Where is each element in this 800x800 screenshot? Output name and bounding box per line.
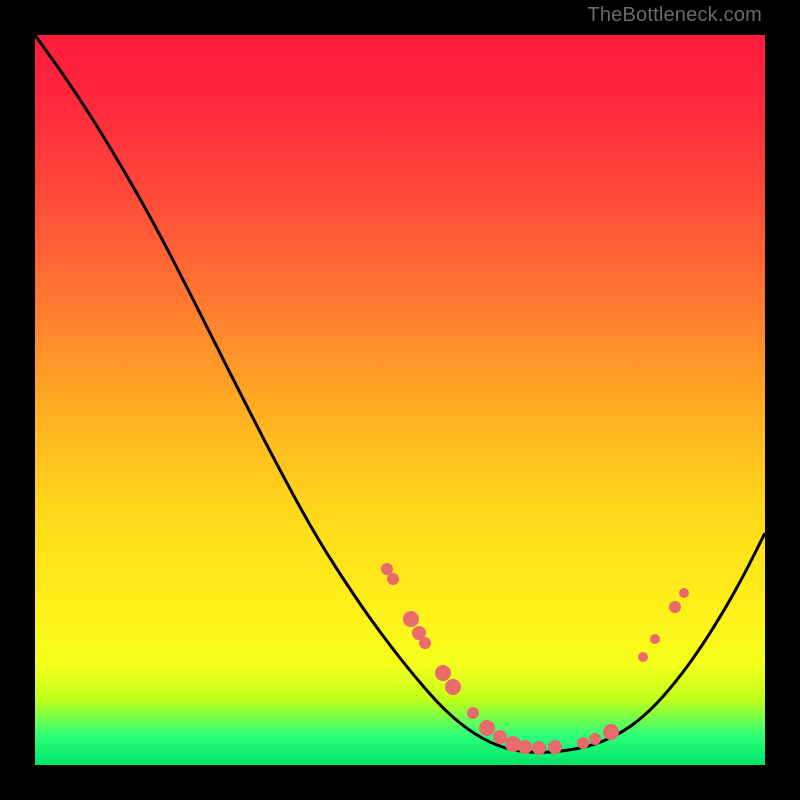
- watermark-text: TheBottleneck.com: [587, 4, 762, 27]
- chart-svg: [35, 35, 765, 765]
- data-dot: [419, 637, 431, 649]
- data-dot: [387, 573, 399, 585]
- data-dot: [435, 665, 451, 681]
- data-dot: [577, 737, 589, 749]
- data-dot: [479, 720, 495, 736]
- data-dot: [638, 652, 648, 662]
- data-dot: [403, 611, 419, 627]
- data-dot: [650, 634, 660, 644]
- data-dots-group: [381, 563, 689, 755]
- data-dot: [589, 733, 601, 745]
- data-dot: [603, 724, 619, 740]
- plot-area: [35, 35, 765, 765]
- data-dot: [669, 601, 681, 613]
- data-dot: [381, 563, 393, 575]
- bottleneck-curve: [35, 35, 765, 752]
- data-dot: [467, 707, 479, 719]
- data-dot: [493, 730, 507, 744]
- data-dot: [679, 588, 689, 598]
- data-dot: [532, 741, 546, 755]
- data-dot: [445, 679, 461, 695]
- data-dot: [548, 740, 562, 754]
- data-dot: [518, 740, 532, 754]
- stage: TheBottleneck.com: [0, 0, 800, 800]
